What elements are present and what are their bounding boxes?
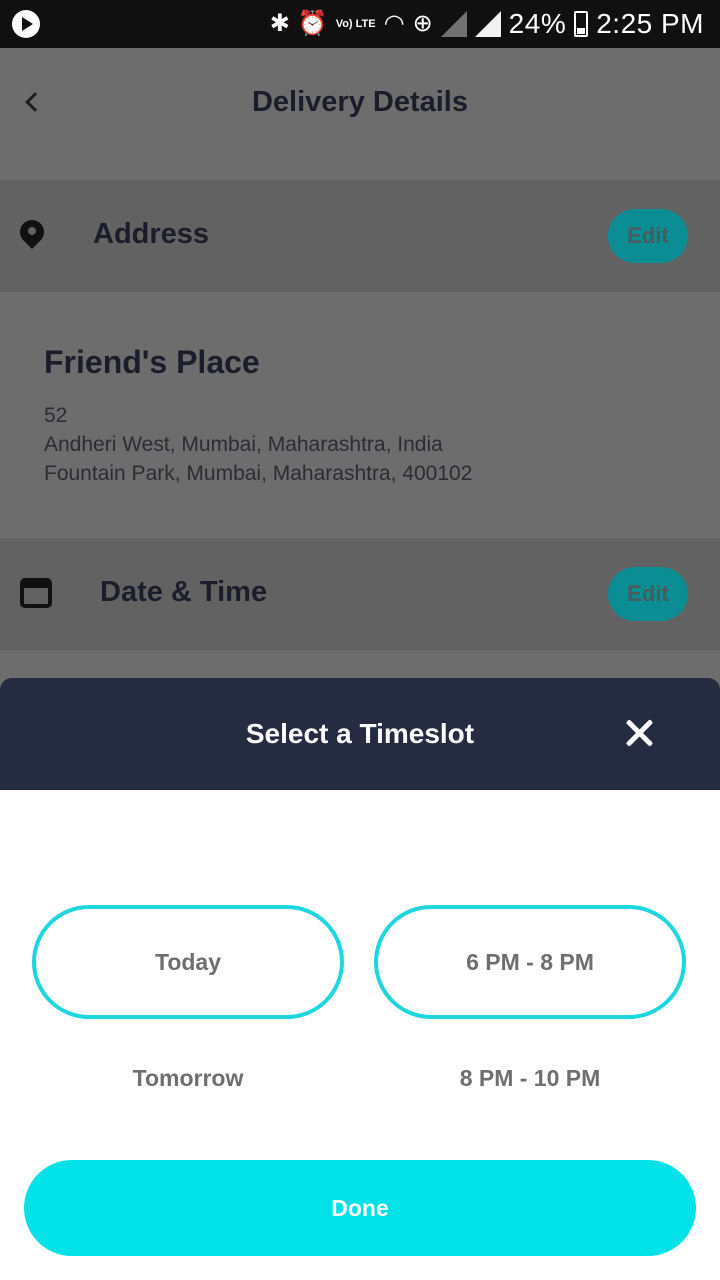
signal-icon <box>440 11 467 37</box>
address-section-title: Address <box>93 218 210 250</box>
clock: 2:25 PM <box>596 8 704 39</box>
alarm-icon: ⏰ <box>297 10 328 37</box>
slot-option-6-8[interactable]: 6 PM - 8 PM <box>374 905 686 1019</box>
status-bar: ✱ ⏰ Vo) LTE ◠ ⊕ 24% 2:25 PM <box>0 0 720 48</box>
timeslot-sheet-header: Select a Timeslot <box>0 678 720 790</box>
datetime-section-title: Date & Time <box>100 576 268 608</box>
edit-datetime-button[interactable]: Edit <box>608 567 688 621</box>
calendar-icon <box>20 578 52 608</box>
address-card: Friend's Place 52 Andheri West, Mumbai, … <box>0 292 720 538</box>
bluetooth-icon: ✱ <box>269 10 290 37</box>
sheet-title: Select a Timeslot <box>245 718 475 749</box>
page-title: Delivery Details <box>251 86 468 118</box>
close-icon[interactable] <box>624 718 654 748</box>
signal-icon <box>474 11 501 37</box>
play-icon <box>12 10 40 38</box>
app-header: Delivery Details <box>0 48 720 178</box>
day-option-tomorrow[interactable]: Tomorrow <box>32 1020 344 1136</box>
address-line: Andheri West, Mumbai, Maharashtra, India <box>44 433 443 456</box>
battery-icon <box>574 11 589 37</box>
edit-address-button[interactable]: Edit <box>608 209 688 263</box>
slot-option-8-10[interactable]: 8 PM - 10 PM <box>374 1020 686 1136</box>
address-line: Fountain Park, Mumbai, Maharashtra, 4001… <box>44 462 473 485</box>
battery-percent: 24% <box>508 8 567 39</box>
address-section-header: Address Edit <box>0 180 720 292</box>
address-name: Friend's Place <box>44 344 260 380</box>
globe-icon: ⊕ <box>412 10 433 37</box>
done-button[interactable]: Done <box>24 1160 696 1256</box>
day-option-today[interactable]: Today <box>32 905 344 1019</box>
timeslot-sheet: Today 6 PM - 8 PM Tomorrow 8 PM - 10 PM … <box>0 790 720 1280</box>
volte-icon: Vo) LTE <box>335 18 376 30</box>
address-line: 52 <box>44 404 68 427</box>
map-pin-icon <box>20 220 44 254</box>
datetime-section-header: Date & Time Edit <box>0 538 720 650</box>
wifi-icon: ◠ <box>383 10 405 37</box>
